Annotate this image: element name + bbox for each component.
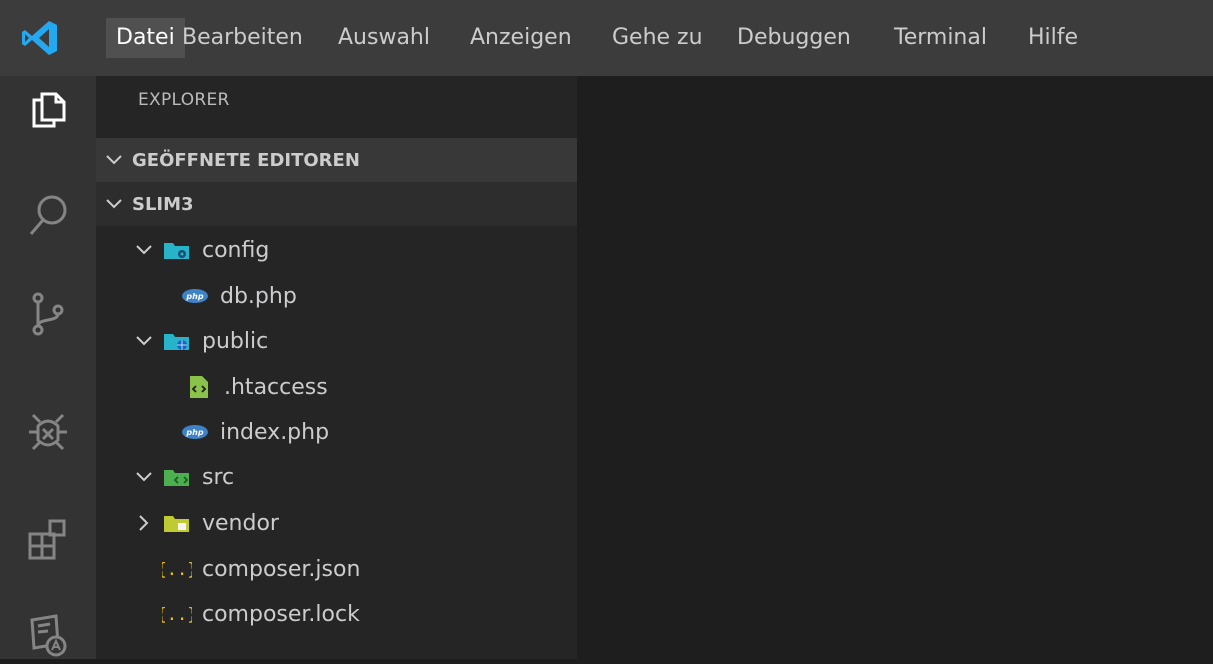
search-icon[interactable] (18, 186, 78, 246)
explorer-sidebar: EXPLORER GEÖFFNETE EDITOREN SLIM3 config… (96, 76, 577, 659)
source-control-icon[interactable] (18, 284, 78, 344)
tree-item-htaccess[interactable]: .htaccess (96, 365, 577, 409)
extensions-icon[interactable] (18, 510, 78, 570)
vendor-folder-icon (164, 516, 189, 532)
vscode-logo-icon (0, 0, 80, 76)
language-icon[interactable] (18, 604, 78, 664)
menu-auswahl[interactable]: Auswahl (328, 18, 440, 58)
svg-text:{..}: {..} (162, 605, 192, 625)
sidebar-title: EXPLORER (138, 90, 230, 110)
tree-item-label: db.php (220, 283, 297, 309)
public-folder-icon (164, 334, 189, 350)
tree-item-label: composer.lock (202, 601, 360, 627)
tree-item-label: config (202, 237, 270, 263)
svg-text:{..}: {..} (162, 560, 192, 580)
tree-item-vendor[interactable]: vendor (96, 501, 577, 545)
menu-gehe-zu[interactable]: Gehe zu (602, 18, 713, 58)
chevron-down-icon (136, 245, 152, 255)
chevron-down-icon (136, 472, 152, 482)
explorer-icon[interactable] (18, 78, 78, 138)
open-editors-label: GEÖFFNETE EDITOREN (132, 149, 360, 171)
tree-item-label: .htaccess (224, 374, 328, 400)
tree-item-composer-json[interactable]: {..} composer.json (96, 547, 577, 591)
src-folder-icon (164, 470, 189, 486)
open-editors-section[interactable]: GEÖFFNETE EDITOREN (96, 138, 577, 182)
json-file-icon: {..} (162, 560, 192, 580)
menu-bar: Datei Bearbeiten Auswahl Anzeigen Gehe z… (0, 0, 1213, 76)
menu-anzeigen[interactable]: Anzeigen (460, 18, 582, 58)
tree-item-config[interactable]: config (96, 228, 577, 272)
chevron-right-icon (139, 515, 149, 531)
debug-icon[interactable] (18, 402, 78, 462)
chevron-down-icon (136, 336, 152, 346)
menu-bearbeiten[interactable]: Bearbeiten (172, 18, 313, 58)
config-folder-icon (164, 243, 189, 259)
tree-item-label: vendor (202, 510, 279, 536)
svg-text:php: php (185, 292, 203, 301)
tree-item-db-php[interactable]: php db.php (96, 274, 577, 318)
activity-bar (0, 76, 96, 659)
svg-text:php: php (185, 428, 203, 437)
menu-hilfe[interactable]: Hilfe (1018, 18, 1088, 58)
json-file-icon: {..} (162, 605, 192, 625)
php-file-icon: php (182, 425, 208, 439)
tree-item-label: src (202, 464, 235, 490)
tree-item-composer-lock[interactable]: {..} composer.lock (96, 592, 577, 636)
menu-debuggen[interactable]: Debuggen (727, 18, 861, 58)
htaccess-file-icon (190, 376, 208, 398)
tree-item-label: index.php (220, 419, 330, 445)
editor-area[interactable] (577, 76, 1213, 659)
project-section[interactable]: SLIM3 (96, 182, 577, 226)
project-label: SLIM3 (132, 193, 194, 215)
tree-item-label: composer.json (202, 556, 361, 582)
php-file-icon: php (182, 289, 208, 303)
menu-terminal[interactable]: Terminal (884, 18, 997, 58)
tree-item-public[interactable]: public (96, 319, 577, 363)
tree-item-src[interactable]: src (96, 455, 577, 499)
chevron-down-icon (106, 199, 122, 209)
chevron-down-icon (106, 155, 122, 165)
tree-item-label: public (202, 328, 269, 354)
tree-item-index-php[interactable]: php index.php (96, 410, 577, 454)
